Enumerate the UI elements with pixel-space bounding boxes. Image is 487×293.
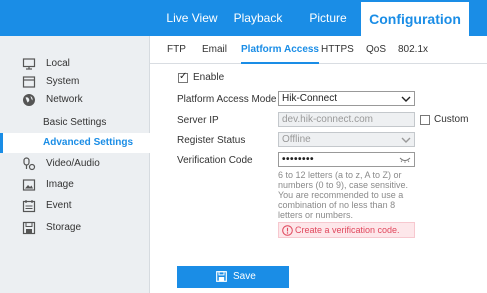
custom-label: Custom (434, 114, 469, 125)
sidebar-item-label: Video/Audio (46, 158, 100, 169)
tab-802-1x[interactable]: 802.1x (398, 36, 428, 64)
mode-label: Platform Access Mode (177, 94, 277, 105)
sidebar-item-video-audio[interactable]: Video/Audio (0, 154, 150, 174)
mode-value: Hik-Connect (282, 93, 338, 104)
sidebar-item-image[interactable]: Image (0, 175, 150, 195)
sidebar-item-network[interactable]: Network (0, 90, 150, 110)
verification-help-text: 6 to 12 letters (a to z, A to Z) or numb… (278, 170, 409, 220)
image-icon (22, 179, 36, 191)
top-nav: Live View Playback Picture Configuration (0, 0, 487, 36)
nav-playback[interactable]: Playback (228, 0, 288, 36)
sidebar-item-label: System (46, 76, 80, 87)
mode-select[interactable]: Hik-Connect (278, 91, 415, 106)
calendar-icon (22, 200, 36, 213)
enable-label: Enable (193, 72, 225, 83)
monitor-icon (22, 58, 36, 70)
register-status-select: Offline (278, 132, 415, 147)
sidebar-item-advanced-settings[interactable]: Advanced Settings (0, 133, 150, 153)
chevron-down-icon (401, 96, 411, 102)
settings-tabs: FTP Email Platform Access HTTPS QoS 802.… (150, 36, 487, 64)
error-info-icon (282, 225, 293, 236)
save-label: Save (233, 271, 256, 282)
video-audio-icon (23, 157, 36, 171)
verification-value: •••••••• (282, 154, 315, 165)
sidebar-item-basic-settings[interactable]: Basic Settings (0, 113, 150, 133)
verification-error-message: Create a verification code. (278, 222, 415, 238)
nav-configuration[interactable]: Configuration (361, 2, 469, 36)
tab-https[interactable]: HTTPS (321, 36, 354, 64)
tab-email[interactable]: Email (202, 36, 227, 64)
verification-label: Verification Code (177, 155, 253, 166)
chevron-down-icon (401, 137, 411, 143)
sidebar: Local System Network Basic Settings Adva… (0, 36, 150, 293)
sidebar-item-label: Event (46, 200, 72, 211)
sidebar-item-label: Network (46, 94, 83, 105)
save-button[interactable]: Save (177, 266, 289, 288)
nav-live-view[interactable]: Live View (164, 0, 220, 36)
save-icon (216, 271, 227, 282)
system-icon (22, 76, 36, 88)
error-text: Create a verification code. (295, 225, 400, 235)
sidebar-item-local[interactable]: Local (0, 54, 150, 74)
eye-closed-icon[interactable] (399, 156, 411, 164)
sidebar-item-label: Advanced Settings (43, 137, 134, 148)
sidebar-item-system[interactable]: System (0, 72, 150, 92)
sidebar-item-label: Storage (46, 222, 82, 233)
server-ip-field: dev.hik-connect.com (278, 112, 415, 127)
sidebar-item-label: Image (46, 179, 74, 190)
enable-checkbox[interactable] (178, 71, 188, 83)
register-status-label: Register Status (177, 135, 246, 146)
tab-platform-access[interactable]: Platform Access (241, 36, 319, 64)
storage-icon (22, 221, 36, 235)
sidebar-item-label: Local (46, 58, 70, 69)
verification-code-input[interactable]: •••••••• (278, 152, 415, 167)
custom-checkbox[interactable] (420, 115, 430, 125)
tab-ftp[interactable]: FTP (167, 36, 186, 64)
sidebar-item-label: Basic Settings (43, 117, 107, 128)
register-status-value: Offline (282, 134, 311, 145)
server-ip-value: dev.hik-connect.com (282, 114, 373, 125)
sidebar-item-storage[interactable]: Storage (0, 218, 150, 238)
globe-icon (23, 94, 35, 106)
nav-picture[interactable]: Picture (300, 0, 356, 36)
sidebar-item-event[interactable]: Event (0, 196, 150, 216)
tab-qos[interactable]: QoS (366, 36, 386, 64)
server-ip-label: Server IP (177, 115, 219, 126)
